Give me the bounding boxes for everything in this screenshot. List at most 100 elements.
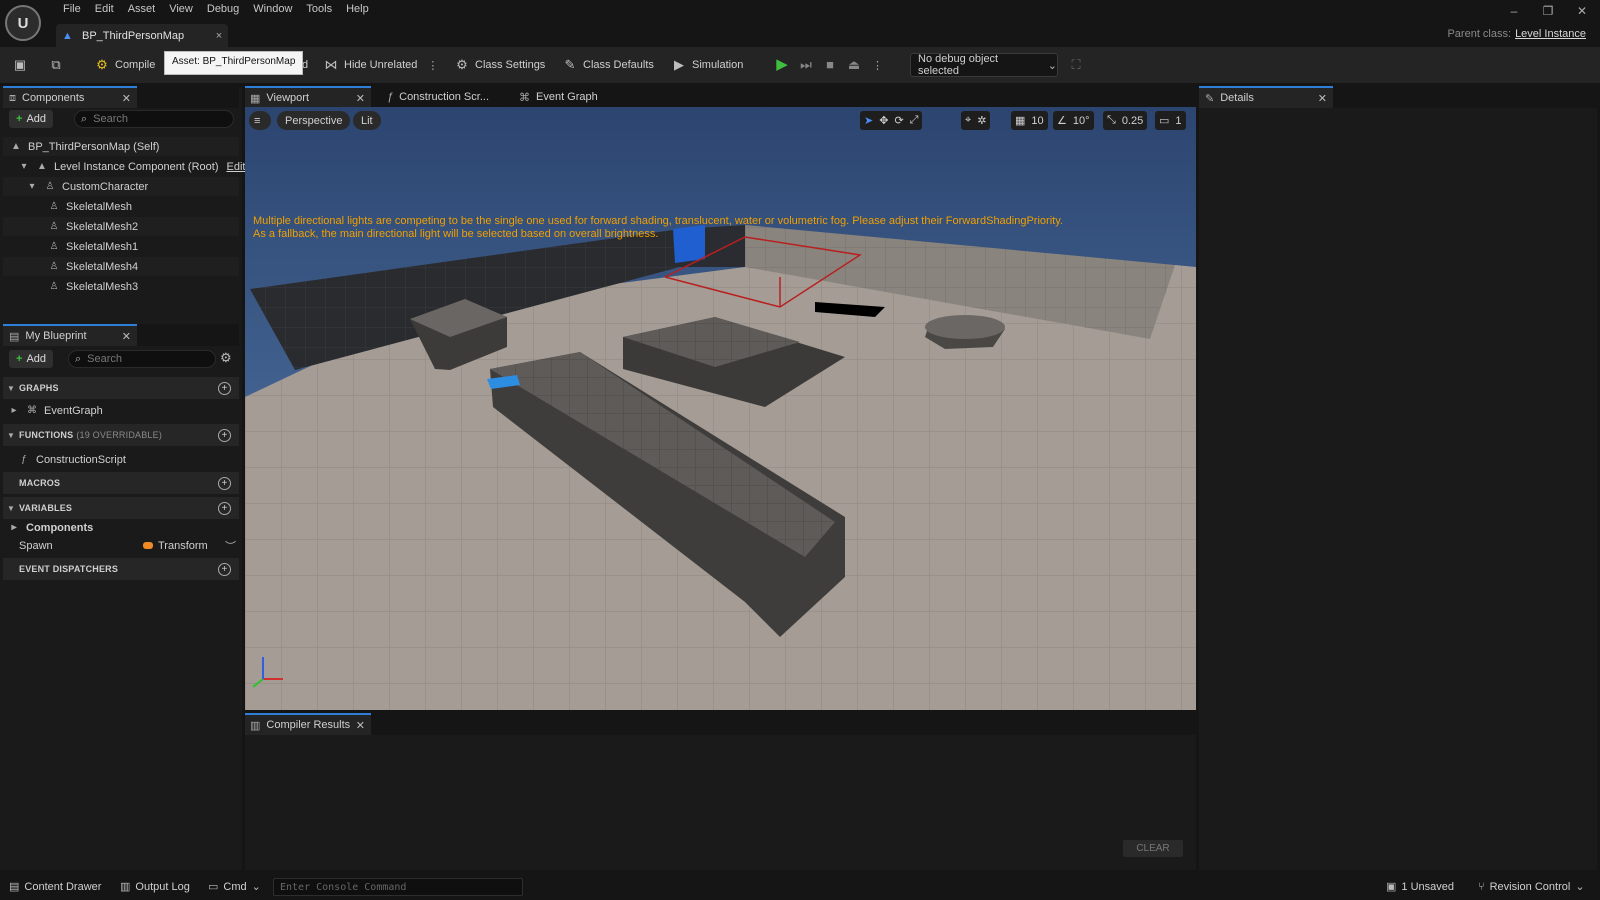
tab-components-close-icon[interactable]: ✕ (122, 92, 137, 105)
play-options-button[interactable]: ⋮ (872, 54, 883, 76)
step-button[interactable]: ⏭ (798, 54, 819, 76)
scale-snap-control[interactable]: ⤡ 0.25 (1103, 111, 1148, 130)
menu-asset[interactable]: Asset (121, 2, 163, 18)
clear-button[interactable]: CLEAR (1123, 840, 1183, 857)
perspective-button[interactable]: Perspective (277, 111, 351, 130)
tree-item-root[interactable]: ▾ ▲ Level Instance Component (Root) Edit i (18, 157, 250, 176)
browse-button[interactable]: ⧉ (48, 54, 69, 76)
section-variables[interactable]: ▼ VARIABLES + (3, 497, 239, 519)
tab-viewport[interactable]: ▦ Viewport ✕ (245, 86, 371, 108)
close-window-button[interactable]: ✕ (1574, 4, 1590, 18)
tab-construction-script[interactable]: ƒ Construction Scr... (387, 86, 505, 108)
function-item-constructionscript[interactable]: ƒ ConstructionScript (18, 450, 126, 469)
add-macro-icon[interactable]: + (218, 476, 231, 490)
eject-button[interactable]: ⏏ (846, 54, 867, 76)
tab-details-close-icon[interactable]: ✕ (1318, 92, 1333, 105)
surface-snap-icon[interactable]: ⌖ (965, 114, 971, 127)
lit-button[interactable]: Lit (353, 111, 381, 130)
restore-button[interactable]: ❐ (1540, 4, 1556, 18)
my-blueprint-search-input[interactable]: ⌕ Search (68, 350, 216, 368)
my-blueprint-add-button[interactable]: + Add (9, 350, 54, 368)
select-icon[interactable]: ➤ (864, 114, 873, 127)
function-item-label: ConstructionScript (36, 453, 126, 466)
add-graph-icon[interactable]: + (218, 381, 231, 395)
hide-unrelated-button[interactable]: ⋈ Hide Unrelated ⋮ (323, 54, 439, 76)
debug-filter-button[interactable]: ⛶ (1068, 54, 1089, 76)
tree-item-skeletalmesh1[interactable]: ♙ SkeletalMesh1 (48, 237, 139, 256)
viewport-menu-button[interactable]: ≡ (249, 111, 271, 130)
simulation-button[interactable]: ▶ Simulation (671, 54, 743, 76)
class-defaults-button[interactable]: ✎ Class Defaults (562, 54, 654, 76)
variable-category-components[interactable]: ▸ Components (8, 518, 93, 537)
camera-speed-control[interactable]: ▭ 1 (1155, 111, 1186, 130)
tab-my-blueprint[interactable]: ▤ My Blueprint ✕ (3, 324, 137, 346)
play-button[interactable]: ▶ (774, 54, 795, 76)
components-search-input[interactable]: ⌕ Search (74, 110, 234, 128)
compiler-icon: ▥ (250, 719, 261, 732)
debug-object-dropdown[interactable]: No debug object selected ⌄ (910, 53, 1058, 77)
variable-item-spawn[interactable]: Spawn Transform ︶ (19, 536, 239, 555)
add-function-icon[interactable]: + (218, 428, 231, 442)
section-functions-sub: (19 OVERRIDABLE) (76, 430, 163, 440)
section-graphs[interactable]: ▼ GRAPHS + (3, 377, 239, 399)
menu-debug[interactable]: Debug (200, 2, 246, 18)
play-icon: ▶ (776, 56, 788, 73)
console-command-input[interactable]: Enter Console Command (273, 878, 523, 896)
tab-details[interactable]: ✎ Details ✕ (1199, 86, 1333, 108)
document-tab-close-icon[interactable]: × (210, 30, 228, 42)
tree-item-self[interactable]: ▲ BP_ThirdPersonMap (Self) (10, 137, 159, 156)
menu-edit[interactable]: Edit (88, 2, 121, 18)
menu-window[interactable]: Window (246, 2, 299, 18)
compile-button[interactable]: ⚙ Compile (94, 54, 155, 76)
tree-item-customcharacter[interactable]: ▾ ♙ CustomCharacter (26, 177, 148, 196)
scale-icon[interactable]: ⤢ (910, 114, 919, 127)
section-functions[interactable]: ▼ FUNCTIONS (19 OVERRIDABLE) + (3, 424, 239, 446)
revision-control-button[interactable]: ⑂ Revision Control ⌄ (1478, 880, 1585, 894)
grid-snap-control[interactable]: ▦ 10 (1011, 111, 1048, 130)
simulation-label: Simulation (692, 59, 744, 71)
tab-my-blueprint-close-icon[interactable]: ✕ (122, 330, 137, 343)
menu-tools[interactable]: Tools (299, 2, 339, 18)
tree-item-label: SkeletalMesh4 (66, 260, 139, 273)
unsaved-button[interactable]: ▣ 1 Unsaved (1386, 880, 1454, 894)
components-add-button[interactable]: + Add (9, 110, 54, 128)
tree-item-skeletalmesh2[interactable]: ♙ SkeletalMesh2 (48, 217, 139, 236)
add-dispatcher-icon[interactable]: + (218, 562, 231, 576)
rotate-icon[interactable]: ⟳ (894, 114, 903, 127)
tab-compiler-close-icon[interactable]: ✕ (356, 719, 371, 732)
class-settings-button[interactable]: ⚙ Class Settings (454, 54, 545, 76)
tree-item-skeletalmesh4[interactable]: ♙ SkeletalMesh4 (48, 257, 139, 276)
tree-item-skeletalmesh3[interactable]: ♙ SkeletalMesh3 (48, 277, 139, 296)
unreal-logo-icon[interactable]: U (5, 5, 41, 41)
rotation-snap-control[interactable]: ∠ 10° (1053, 111, 1094, 130)
tab-compiler-results[interactable]: ▥ Compiler Results ✕ (245, 713, 371, 735)
save-button[interactable]: ▣ (12, 54, 33, 76)
output-log-button[interactable]: ▥ Output Log (120, 880, 190, 894)
tab-viewport-close-icon[interactable]: ✕ (356, 92, 371, 105)
tab-event-graph[interactable]: ⌘ Event Graph (519, 86, 615, 108)
tab-components[interactable]: ⧈ Components ✕ (3, 86, 137, 108)
parent-class-link[interactable]: Level Instance (1515, 28, 1586, 40)
world-local-icon[interactable]: ✲ (977, 114, 986, 127)
eye-icon[interactable]: ︶ (225, 538, 236, 554)
translate-icon[interactable]: ✥ (879, 114, 888, 127)
menu-file[interactable]: File (56, 2, 88, 18)
content-drawer-button[interactable]: ▤ Content Drawer (9, 880, 101, 894)
tree-item-skeletalmesh[interactable]: ♙ SkeletalMesh (48, 197, 133, 216)
tab-viewport-label: Viewport (266, 92, 310, 104)
menu-help[interactable]: Help (339, 2, 376, 18)
menu-view[interactable]: View (162, 2, 200, 18)
graph-item-eventgraph[interactable]: ▸ ⌘ EventGraph (8, 401, 102, 420)
document-tab[interactable]: ▲ BP_ThirdPersonMap × (56, 24, 228, 47)
settings-gear-icon[interactable]: ⚙ (220, 350, 232, 366)
cmd-dropdown[interactable]: ▭ Cmd ⌄ (208, 880, 261, 894)
viewport-3d[interactable]: ≡ Perspective Lit ➤ ✥ ⟳ ⤢ ⌖ ✲ ▦ 10 ∠ 10°… (245, 107, 1196, 710)
more-options-icon[interactable]: ⋮ (427, 59, 438, 72)
chevron-down-icon: ⌄ (251, 881, 261, 893)
section-macros[interactable]: MACROS + (3, 472, 239, 494)
stop-button[interactable]: ■ (822, 54, 843, 76)
add-variable-icon[interactable]: + (218, 501, 231, 515)
minimize-button[interactable]: – (1506, 4, 1522, 18)
play-options-icon: ⋮ (872, 59, 883, 72)
section-event-dispatchers[interactable]: EVENT DISPATCHERS + (3, 558, 239, 580)
